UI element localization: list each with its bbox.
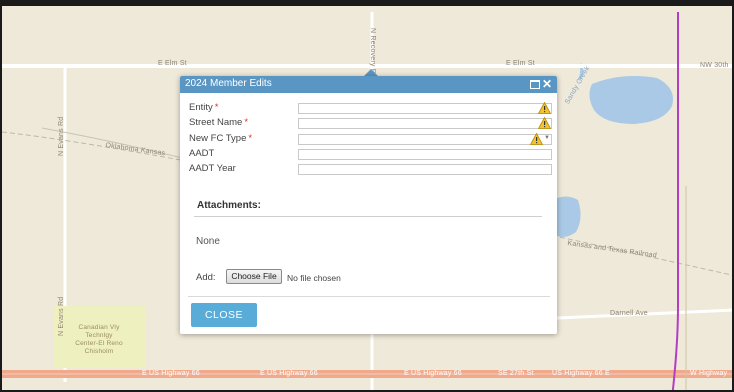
aadt-year-label: AADT Year [189, 163, 236, 174]
facility-line-4: Chisholm [84, 348, 114, 355]
warning-icon [538, 102, 551, 114]
chevron-down-icon[interactable]: ▼ [544, 135, 550, 141]
attachments-title: Attachments: [197, 200, 261, 211]
attachments-divider [194, 216, 542, 217]
street-name-label: Street Name [189, 117, 243, 128]
required-marker: * [248, 133, 253, 144]
aadt-label: AADT [189, 148, 215, 159]
entity-label: Entity [189, 102, 213, 113]
map-label-darnell-ave: Darnell Ave [610, 310, 648, 317]
aadt-year-input[interactable] [298, 164, 552, 175]
attachments-none: None [196, 236, 220, 247]
new-fc-type-select[interactable] [298, 134, 552, 145]
map-label-highway-2: E US Highway 66 [260, 370, 318, 377]
map-label-nw-30th: NW 30th [700, 62, 729, 69]
new-fc-type-label: New FC Type [189, 133, 247, 144]
lake-shape [589, 76, 673, 124]
street-name-input[interactable] [298, 118, 552, 129]
field-label-street-name: Street Name * [189, 117, 248, 128]
field-label-aadt-year: AADT Year [189, 163, 236, 174]
entity-input[interactable] [298, 103, 552, 114]
required-marker: * [244, 117, 249, 128]
popup-title: 2024 Member Edits [185, 78, 272, 89]
warning-icon [530, 133, 543, 145]
warning-icon [538, 117, 551, 129]
edit-popup: 2024 Member Edits ✕ Entity * Street Name *… [180, 76, 557, 334]
map-label-n-evans-rd: N Evans Rd [58, 116, 65, 156]
screenshot-frame: E Elm St E Elm St NW 30th N Evans Rd N E… [0, 0, 734, 392]
map-label-e-elm-st: E Elm St [158, 60, 187, 67]
boundary-line [671, 12, 679, 390]
field-label-entity: Entity * [189, 102, 218, 113]
facility-line-2: Technlgy [85, 332, 113, 339]
maximize-icon[interactable] [530, 80, 540, 89]
no-file-text: No file chosen [287, 273, 341, 283]
footer-divider [188, 296, 550, 297]
popup-pointer [364, 69, 378, 76]
add-label: Add: [196, 272, 216, 283]
map-label-e-elm-st-east: E Elm St [506, 60, 535, 67]
choose-file-button[interactable]: Choose File [226, 269, 282, 284]
map-label-highway-1: E US Highway 66 [142, 370, 200, 377]
popup-header[interactable]: 2024 Member Edits ✕ [180, 76, 557, 93]
map-label-highway-5: US Highway 66 E [552, 370, 610, 377]
close-icon[interactable]: ✕ [542, 76, 552, 92]
aadt-input[interactable] [298, 149, 552, 160]
facility-line-1: Canadian Vly [78, 324, 120, 331]
field-label-new-fc-type: New FC Type * [189, 133, 252, 144]
field-label-aadt: AADT [189, 148, 214, 159]
map-label-se-27th: SE 27th St [498, 370, 534, 377]
required-marker: * [214, 102, 219, 113]
map-label-highway-6: W Highway [690, 370, 728, 377]
close-button[interactable]: CLOSE [191, 303, 257, 327]
map-label-highway-3: E US Highway 66 [404, 370, 462, 377]
facility-line-3: Center-El Reno [75, 340, 123, 347]
map-label-facility: Canadian Vly Technlgy Center-El Reno Chi… [58, 324, 140, 356]
